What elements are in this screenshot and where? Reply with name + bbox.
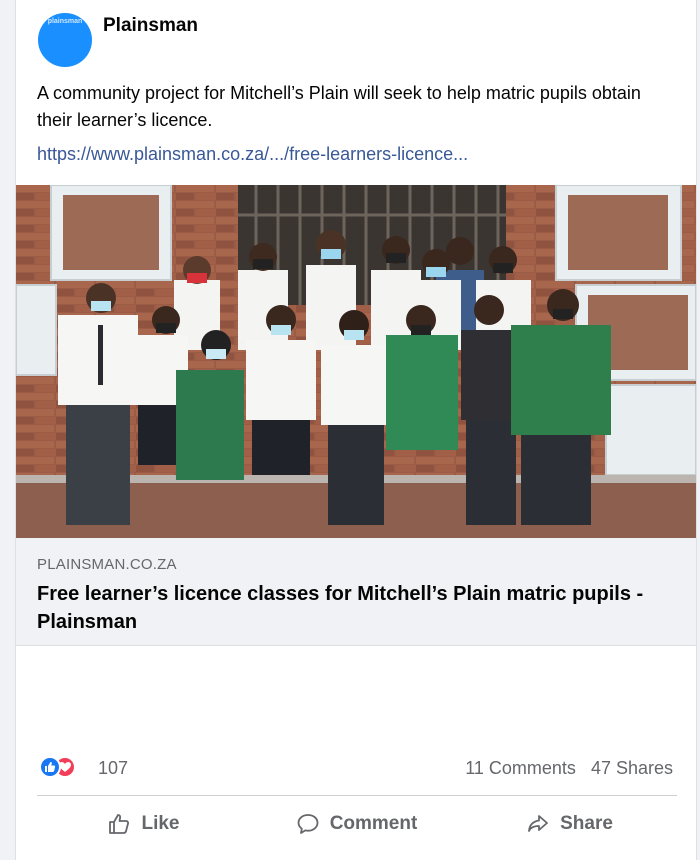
avatar-logo-text: plainsman xyxy=(47,18,83,25)
page-avatar[interactable]: plainsman xyxy=(38,13,92,67)
share-label: Share xyxy=(560,813,613,834)
reaction-count[interactable]: 107 xyxy=(98,758,128,779)
post-photo[interactable] xyxy=(16,185,696,538)
like-label: Like xyxy=(141,813,180,834)
comment-bubble-icon xyxy=(297,814,319,834)
preview-title[interactable]: Free learner’s licence classes for Mitch… xyxy=(37,580,657,636)
comment-label: Comment xyxy=(329,813,418,834)
post-link[interactable]: https://www.plainsman.co.za/.../free-lea… xyxy=(37,144,468,165)
facebook-post-card: plainsman Plainsman A community project … xyxy=(15,0,697,860)
comments-count[interactable]: 11 Comments xyxy=(465,758,576,778)
students-photo xyxy=(16,185,696,538)
shares-count[interactable]: 47 Shares xyxy=(591,758,673,778)
post-stats: 107 11 Comments 47 Shares xyxy=(37,752,677,784)
thumbs-up-icon xyxy=(109,814,130,834)
action-bar: Like Comment Share xyxy=(37,796,677,852)
like-reaction-icon[interactable] xyxy=(39,756,61,778)
share-button[interactable]: Share xyxy=(463,796,676,852)
preview-domain: PLAINSMAN.CO.ZA xyxy=(37,556,177,573)
post-text: A community project for Mitchell’s Plain… xyxy=(37,83,641,130)
like-button[interactable]: Like xyxy=(37,796,250,852)
comment-button[interactable]: Comment xyxy=(250,796,463,852)
stats-right: 11 Comments 47 Shares xyxy=(455,758,673,779)
share-arrow-icon xyxy=(528,815,548,832)
page-name[interactable]: Plainsman xyxy=(103,15,198,37)
link-preview[interactable]: PLAINSMAN.CO.ZA Free learner’s licence c… xyxy=(16,538,696,646)
